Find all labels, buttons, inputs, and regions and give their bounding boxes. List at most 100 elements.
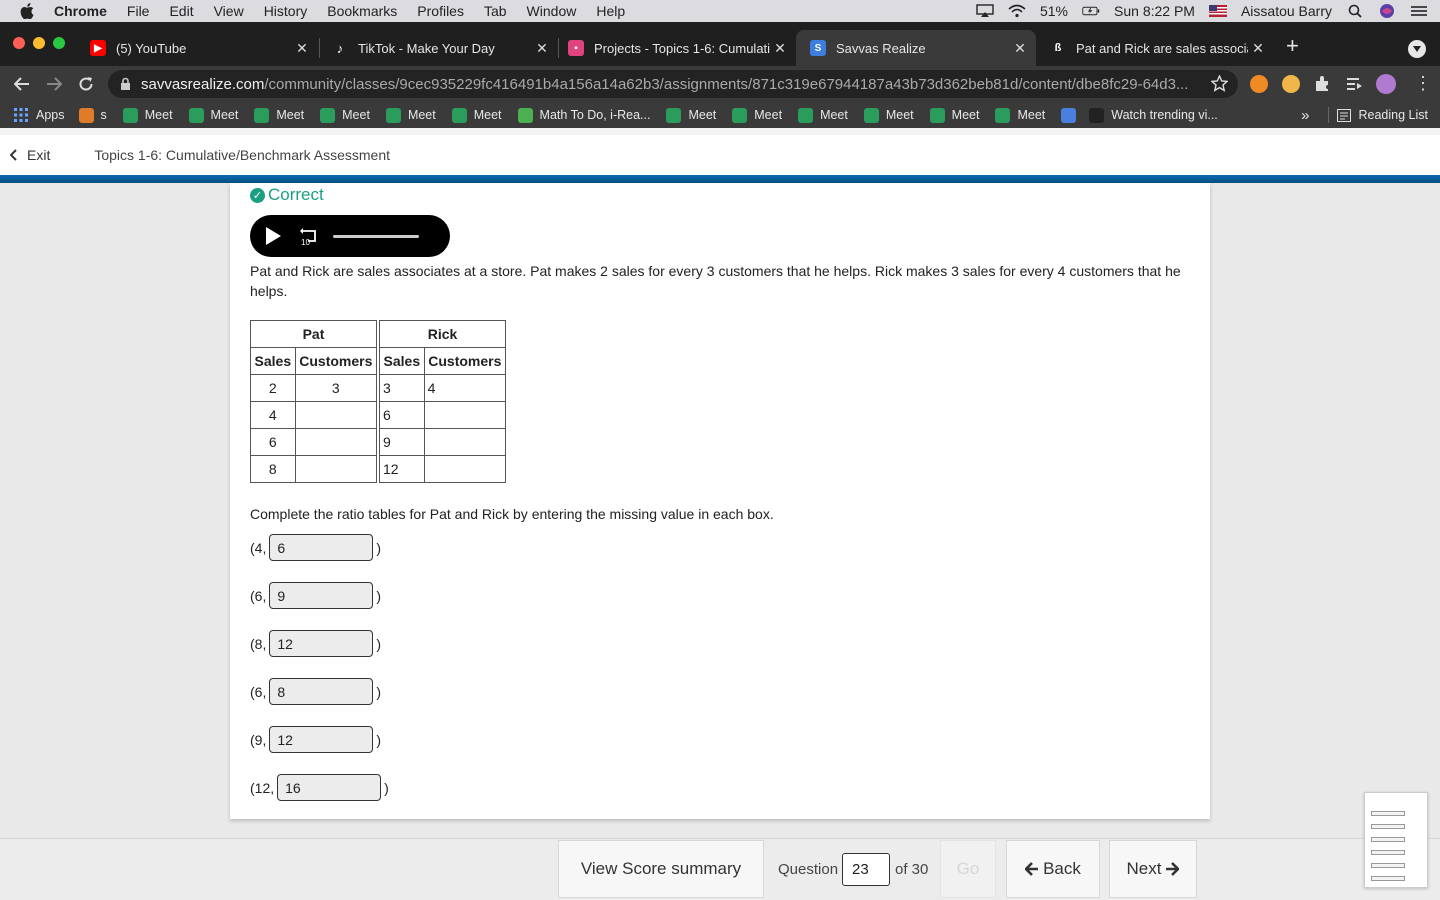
bookmark-meet-2[interactable]: Meet — [188, 107, 238, 123]
menu-history[interactable]: History — [264, 3, 308, 19]
lock-icon[interactable] — [120, 77, 131, 91]
bookmark-meet-11[interactable]: Meet — [929, 107, 979, 123]
bookmark-meet-7[interactable]: Meet — [666, 107, 716, 123]
bookmark-label: Math To Do, i-Rea... — [539, 108, 651, 122]
breadcrumb: Topics 1-6: Cumulative/Benchmark Assessm… — [94, 147, 391, 163]
bookmark-star-icon[interactable] — [1210, 74, 1229, 96]
bookmark-meet-10[interactable]: Meet — [863, 107, 914, 123]
tab-close-icon[interactable]: ✕ — [532, 40, 552, 57]
savvas-icon: S — [810, 40, 826, 56]
menu-window[interactable]: Window — [527, 3, 577, 19]
forward-arrow-icon[interactable] — [38, 68, 70, 100]
menu-bookmarks[interactable]: Bookmarks — [327, 3, 397, 19]
bookmark-meet-6[interactable]: Meet — [451, 107, 502, 123]
wifi-icon[interactable] — [1008, 4, 1026, 18]
table-cell: 3 — [294, 374, 378, 402]
tab-projects[interactable]: ▪ Projects - Topics 1-6: Cumulati ✕ — [554, 30, 796, 66]
bookmark-meet-9[interactable]: Meet — [798, 107, 848, 123]
tab-close-icon[interactable]: ✕ — [1010, 40, 1030, 57]
apple-icon[interactable] — [20, 3, 36, 19]
address-bar[interactable]: savvasrealize.com/community/classes/9cec… — [108, 70, 1238, 98]
tab-close-icon[interactable]: ✕ — [1248, 40, 1268, 57]
go-button[interactable]: Go — [940, 840, 996, 898]
table-cell: 6 — [379, 401, 425, 429]
menu-file[interactable]: File — [127, 3, 150, 19]
user-name[interactable]: Aissatou Barry — [1241, 3, 1332, 19]
tab-search-icon[interactable] — [1408, 40, 1426, 58]
new-tab-plus-icon[interactable]: + — [1286, 33, 1299, 59]
chrome-menu-icon[interactable]: ⋮ — [1414, 74, 1432, 92]
bookmark-meet-8[interactable]: Meet — [732, 107, 782, 123]
menu-view[interactable]: View — [214, 3, 244, 19]
menu-edit[interactable]: Edit — [169, 3, 193, 19]
replay-10-icon[interactable]: 10 — [299, 226, 321, 247]
profile-avatar[interactable] — [1376, 74, 1396, 94]
menu-help[interactable]: Help — [596, 3, 625, 19]
extensions-puzzle-icon[interactable] — [1313, 75, 1331, 93]
tab-savvas-realize[interactable]: S Savvas Realize ✕ — [796, 30, 1036, 66]
audio-progress-track[interactable] — [333, 234, 419, 238]
answer-input[interactable]: 12 — [269, 630, 374, 657]
play-icon[interactable] — [266, 227, 281, 245]
menu-tab[interactable]: Tab — [484, 3, 507, 19]
bookmark-tiktok-trending[interactable]: Watch trending vi... — [1089, 107, 1218, 123]
answer-input[interactable]: 8 — [269, 678, 374, 705]
window-zoom-button[interactable] — [53, 37, 65, 49]
tab-tiktok[interactable]: ♪ TikTok - Make Your Day ✕ — [318, 30, 558, 66]
reading-list-icon[interactable] — [1336, 108, 1351, 122]
back-arrow-icon[interactable] — [6, 68, 38, 100]
answer-input[interactable]: 16 — [277, 774, 382, 801]
bookmark-label: Meet — [473, 108, 502, 122]
view-score-summary-button[interactable]: View Score summary — [558, 840, 764, 898]
window-minimize-button[interactable] — [33, 37, 45, 49]
reload-icon[interactable] — [70, 68, 102, 100]
svg-text:10: 10 — [301, 238, 310, 246]
airplay-icon[interactable] — [976, 4, 994, 18]
us-flag-icon[interactable] — [1208, 4, 1227, 18]
siri-icon[interactable] — [1378, 4, 1396, 18]
thumbnail-line — [1371, 863, 1405, 868]
answer-input[interactable]: 6 — [269, 534, 374, 561]
bookmark-docs[interactable] — [1061, 107, 1083, 123]
bookmark-label: Apps — [36, 108, 65, 122]
spotlight-search-icon[interactable] — [1346, 4, 1364, 18]
question-number-input[interactable]: 23 — [842, 853, 890, 886]
clock[interactable]: Sun 8:22 PM — [1114, 3, 1195, 19]
page-thumbnail-preview[interactable] — [1364, 792, 1428, 888]
menu-profiles[interactable]: Profiles — [417, 3, 464, 19]
bookmark-meet-3[interactable]: Meet — [254, 107, 304, 123]
exit-button[interactable]: Exit — [10, 147, 50, 163]
extension-honey-icon[interactable] — [1282, 75, 1300, 93]
bookmark-meet-4[interactable]: Meet — [320, 107, 370, 123]
menu-app-chrome[interactable]: Chrome — [54, 3, 107, 19]
battery-charging-icon[interactable] — [1082, 4, 1100, 18]
answer-suffix: ) — [376, 683, 382, 700]
bookmark-s[interactable]: s — [78, 107, 107, 123]
tiktok-icon: ♪ — [332, 40, 348, 56]
tab-youtube[interactable]: ▶ (5) YouTube ✕ — [76, 30, 318, 66]
bookmark-meet-1[interactable]: Meet — [122, 107, 173, 123]
bookmarks-overflow-chevron-icon[interactable]: » — [1301, 107, 1309, 124]
media-queue-icon[interactable] — [1345, 75, 1363, 93]
answer-input[interactable]: 9 — [269, 582, 374, 609]
control-center-icon[interactable] — [1410, 4, 1428, 18]
google-meet-icon — [929, 107, 945, 123]
answer-suffix: ) — [376, 539, 382, 556]
extension-orange-icon[interactable] — [1250, 75, 1268, 93]
answer-input[interactable]: 12 — [269, 726, 374, 753]
google-meet-icon — [320, 107, 336, 123]
back-button[interactable]: Back — [1006, 840, 1100, 898]
bookmark-apps[interactable]: Apps — [14, 108, 65, 122]
tab-pat-and-rick[interactable]: ß Pat and Rick are sales associat ✕ — [1036, 30, 1274, 66]
bookmark-meet-5[interactable]: Meet — [385, 107, 436, 123]
table-cell — [294, 455, 378, 483]
google-docs-icon — [1061, 107, 1077, 123]
bookmark-math-to-do[interactable]: Math To Do, i-Rea... — [517, 107, 651, 123]
tab-close-icon[interactable]: ✕ — [292, 40, 312, 57]
macos-menu-bar: Chrome File Edit View History Bookmarks … — [0, 0, 1440, 22]
reading-list-button[interactable]: Reading List — [1359, 108, 1429, 122]
window-close-button[interactable] — [13, 37, 25, 49]
bookmark-meet-12[interactable]: Meet — [995, 107, 1045, 123]
next-button[interactable]: Next — [1109, 840, 1197, 898]
tab-close-icon[interactable]: ✕ — [770, 40, 790, 57]
